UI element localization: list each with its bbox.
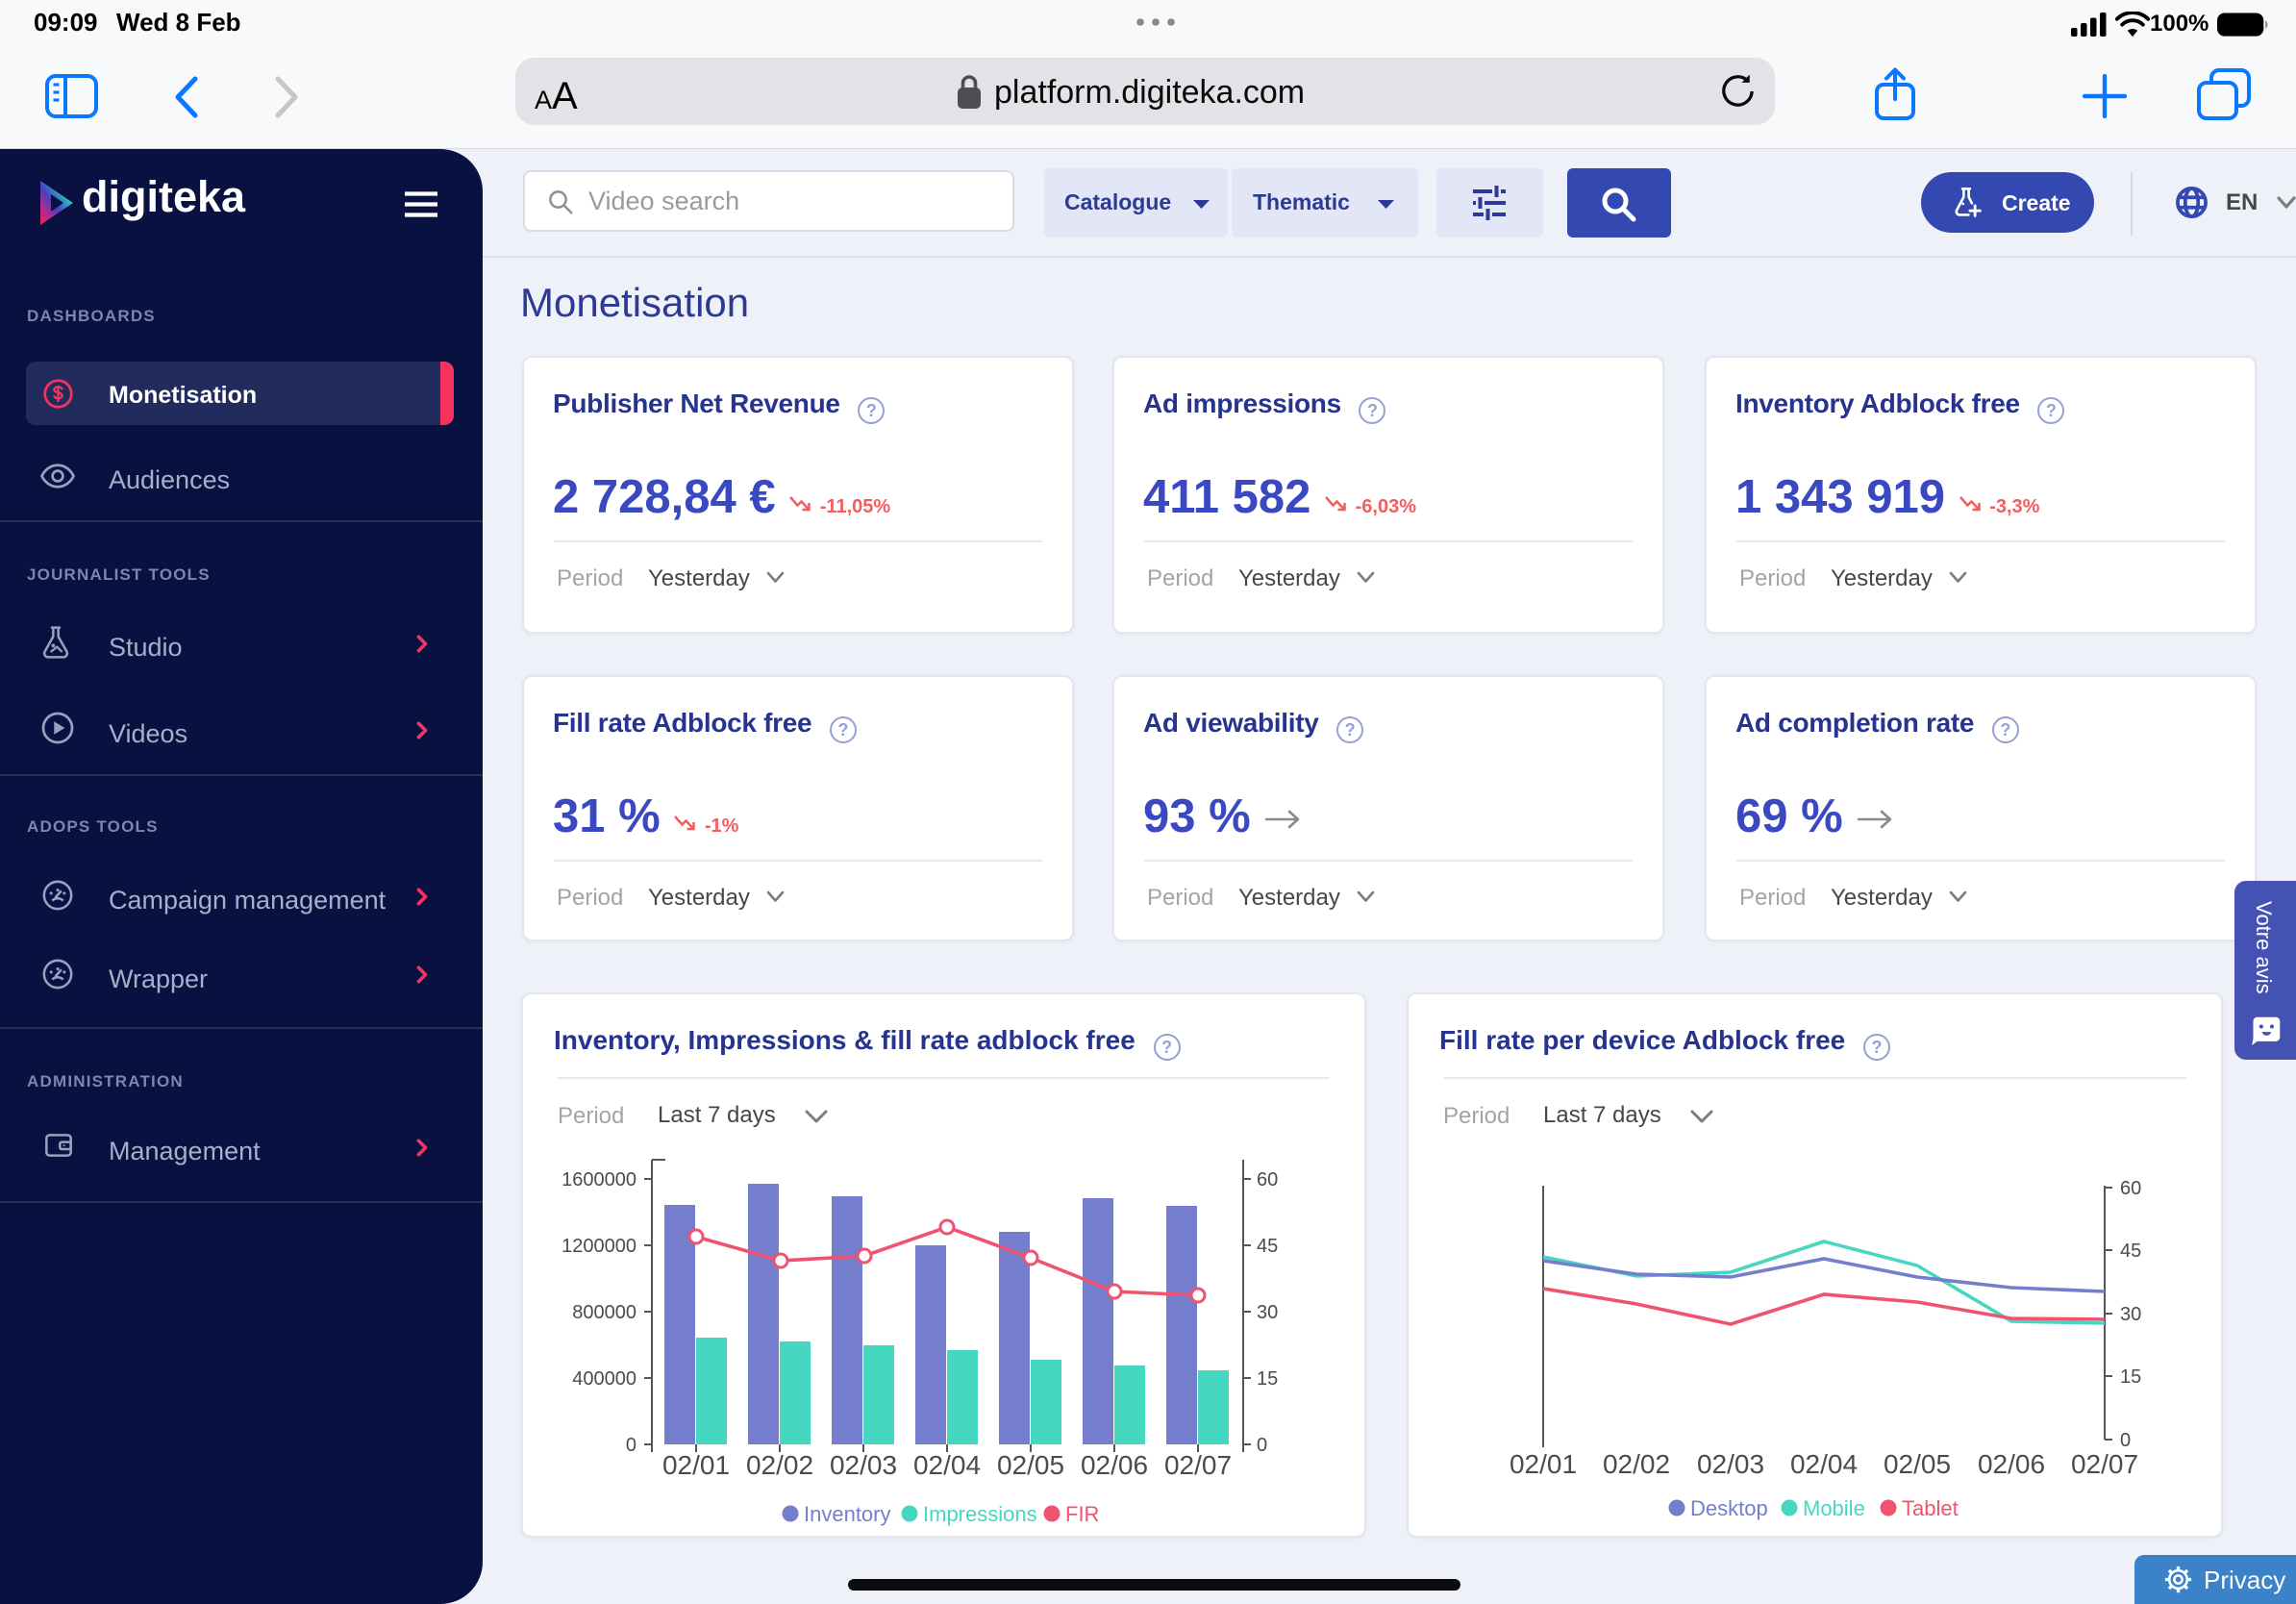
svg-text:02/04: 02/04	[913, 1450, 981, 1480]
svg-text:60: 60	[2120, 1178, 2141, 1199]
svg-text:45: 45	[2120, 1241, 2141, 1262]
svg-text:1200000: 1200000	[562, 1236, 636, 1257]
svg-text:02/02: 02/02	[746, 1450, 813, 1480]
svg-text:02/04: 02/04	[1790, 1449, 1858, 1479]
svg-text:45: 45	[1257, 1236, 1278, 1257]
svg-text:02/03: 02/03	[830, 1450, 897, 1480]
svg-text:Inventory: Inventory	[804, 1502, 891, 1526]
svg-text:0: 0	[2120, 1430, 2131, 1451]
svg-text:02/02: 02/02	[1603, 1449, 1670, 1479]
svg-text:0: 0	[626, 1435, 636, 1456]
svg-text:02/06: 02/06	[1081, 1450, 1148, 1480]
svg-text:1600000: 1600000	[562, 1169, 636, 1190]
svg-text:Impressions: Impressions	[923, 1502, 1037, 1526]
svg-text:800000: 800000	[572, 1302, 636, 1323]
svg-text:Desktop: Desktop	[1690, 1496, 1768, 1520]
svg-text:02/06: 02/06	[1978, 1449, 2045, 1479]
svg-text:02/03: 02/03	[1697, 1449, 1764, 1479]
svg-text:02/05: 02/05	[1884, 1449, 1951, 1479]
svg-text:Tablet: Tablet	[1902, 1496, 1959, 1520]
svg-text:02/07: 02/07	[1164, 1450, 1232, 1480]
svg-text:Mobile: Mobile	[1803, 1496, 1865, 1520]
svg-text:02/07: 02/07	[2071, 1449, 2138, 1479]
svg-text:02/01: 02/01	[1510, 1449, 1577, 1479]
svg-text:02/01: 02/01	[662, 1450, 730, 1480]
svg-text:400000: 400000	[572, 1368, 636, 1390]
svg-text:30: 30	[1257, 1302, 1278, 1323]
svg-text:0: 0	[1257, 1435, 1267, 1456]
svg-text:30: 30	[2120, 1304, 2141, 1325]
svg-text:02/05: 02/05	[997, 1450, 1064, 1480]
svg-text:15: 15	[1257, 1368, 1278, 1390]
svg-text:15: 15	[2120, 1366, 2141, 1388]
svg-text:FIR: FIR	[1065, 1502, 1099, 1526]
svg-text:60: 60	[1257, 1169, 1278, 1190]
